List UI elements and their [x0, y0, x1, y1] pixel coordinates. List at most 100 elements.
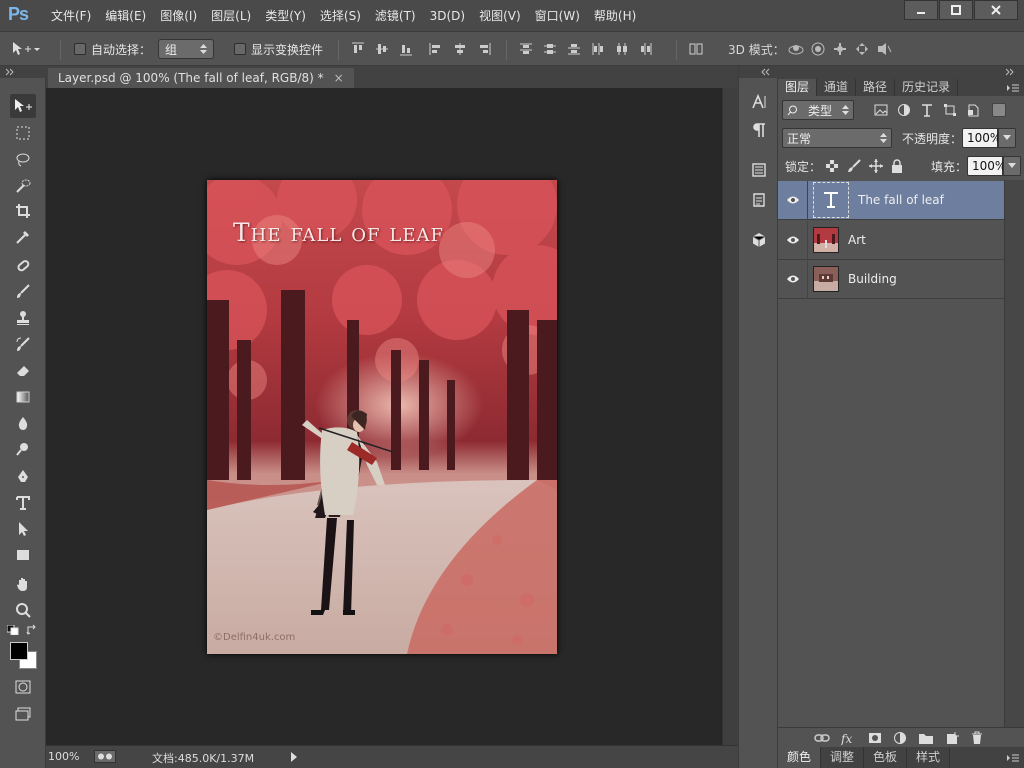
show-transform-checkbox[interactable]: 显示变换控件: [234, 32, 323, 66]
trash-icon[interactable]: [970, 731, 984, 745]
toolbar-header[interactable]: [0, 66, 46, 78]
lock-pixels-icon[interactable]: [847, 159, 861, 173]
3d-roll-icon[interactable]: [810, 41, 826, 57]
lock-transparency-icon[interactable]: [825, 159, 839, 173]
menu-view[interactable]: 视图(V): [472, 0, 528, 32]
paragraph-panel-button[interactable]: [747, 118, 771, 142]
fill-input[interactable]: 100%: [967, 156, 1006, 176]
distribute-bottom-icon[interactable]: [566, 41, 582, 57]
move-tool[interactable]: [10, 94, 36, 118]
bottom-panel-menu-button[interactable]: [1002, 747, 1024, 768]
document-tab[interactable]: Layer.psd @ 100% (The fall of leaf, RGB/…: [48, 68, 354, 88]
layer-row-art[interactable]: Art: [778, 220, 1004, 260]
foreground-color-swatch[interactable]: [10, 642, 28, 660]
visibility-toggle[interactable]: [778, 259, 808, 299]
auto-select-dropdown[interactable]: 组: [158, 39, 214, 59]
layer-row-text[interactable]: The fall of leaf: [778, 180, 1004, 220]
opacity-input[interactable]: 100%: [962, 128, 1001, 148]
dock-header[interactable]: [739, 66, 779, 78]
panel-menu-button[interactable]: [1002, 79, 1024, 96]
eyedropper-tool[interactable]: [10, 225, 36, 249]
tool-preset-picker[interactable]: [10, 32, 40, 66]
menu-file[interactable]: 文件(F): [44, 0, 98, 32]
align-hcenter-icon[interactable]: [452, 41, 468, 57]
zoom-tool[interactable]: [10, 598, 36, 622]
brush-tool[interactable]: [10, 279, 36, 303]
swap-colors-button[interactable]: [26, 624, 38, 636]
new-layer-icon[interactable]: [945, 731, 959, 745]
3d-panel-button[interactable]: [747, 228, 771, 252]
layer-name[interactable]: Art: [848, 233, 866, 247]
type-tool[interactable]: [10, 491, 36, 515]
tab-paths[interactable]: 路径: [856, 79, 896, 96]
character-panel-button[interactable]: [747, 90, 771, 114]
align-top-icon[interactable]: [350, 41, 366, 57]
checkbox-box[interactable]: [234, 43, 246, 55]
shape-filter-icon[interactable]: [943, 103, 957, 117]
healing-brush-tool[interactable]: [10, 254, 36, 278]
3d-pan-icon[interactable]: [832, 41, 848, 57]
document-tab-close-icon[interactable]: ×: [334, 71, 344, 85]
align-vcenter-icon[interactable]: [374, 41, 390, 57]
layer-kind-filter[interactable]: 类型: [782, 100, 854, 120]
maximize-button[interactable]: [939, 0, 973, 20]
lock-position-icon[interactable]: [869, 159, 884, 173]
clone-stamp-tool[interactable]: [10, 306, 36, 330]
lasso-tool[interactable]: [10, 148, 36, 172]
blend-mode-dropdown[interactable]: 正常: [782, 128, 892, 148]
screen-mode-button[interactable]: [10, 702, 36, 726]
rectangle-tool[interactable]: [10, 543, 36, 567]
eraser-tool[interactable]: [10, 358, 36, 382]
link-layers-icon[interactable]: [814, 731, 830, 745]
layer-name[interactable]: The fall of leaf: [858, 193, 944, 207]
lock-all-icon[interactable]: [891, 159, 903, 173]
pen-tool[interactable]: [10, 465, 36, 489]
tab-channels[interactable]: 通道: [817, 79, 857, 96]
tab-color[interactable]: 颜色: [778, 747, 822, 768]
distribute-top-icon[interactable]: [518, 41, 534, 57]
zoom-level[interactable]: 100%: [48, 750, 79, 763]
checkbox-box[interactable]: [74, 43, 86, 55]
visibility-toggle[interactable]: [778, 220, 808, 260]
auto-select-checkbox[interactable]: 自动选择：: [74, 32, 151, 66]
document-canvas[interactable]: The fall of leaf ©Delfin4uk.com: [207, 180, 557, 654]
align-left-icon[interactable]: [428, 41, 444, 57]
fx-icon[interactable]: fx: [841, 731, 857, 745]
3d-slide-icon[interactable]: [854, 41, 870, 57]
properties-panel-button[interactable]: [747, 158, 771, 182]
menu-select[interactable]: 选择(S): [313, 0, 368, 32]
adjustment-filter-icon[interactable]: [897, 103, 911, 117]
distribute-right-icon[interactable]: [638, 41, 654, 57]
gradient-tool[interactable]: [10, 385, 36, 409]
blur-tool[interactable]: [10, 411, 36, 435]
auto-align-button[interactable]: [688, 32, 704, 66]
history-brush-tool[interactable]: [10, 332, 36, 356]
minimize-button[interactable]: [904, 0, 938, 20]
menu-filter[interactable]: 滤镜(T): [368, 0, 423, 32]
layer-name[interactable]: Building: [848, 272, 897, 286]
hand-tool[interactable]: [10, 572, 36, 596]
tab-styles[interactable]: 样式: [907, 747, 951, 768]
notes-panel-button[interactable]: [747, 188, 771, 212]
menu-help[interactable]: 帮助(H): [587, 0, 643, 32]
menu-edit[interactable]: 编辑(E): [98, 0, 153, 32]
3d-scale-icon[interactable]: [876, 41, 892, 57]
distribute-hcenter-icon[interactable]: [614, 41, 630, 57]
tab-layers[interactable]: 图层: [778, 79, 818, 96]
panel-header[interactable]: [778, 66, 1024, 78]
layer-row-building[interactable]: Building: [778, 259, 1004, 299]
smart-object-filter-icon[interactable]: [966, 103, 980, 117]
3d-rotate-icon[interactable]: [788, 41, 804, 57]
crop-tool[interactable]: [10, 199, 36, 223]
distribute-vcenter-icon[interactable]: [542, 41, 558, 57]
menu-layer[interactable]: 图层(L): [204, 0, 258, 32]
layers-scrollbar[interactable]: [1004, 180, 1024, 727]
new-group-folder-icon[interactable]: [918, 731, 934, 745]
menu-window[interactable]: 窗口(W): [528, 0, 587, 32]
fill-slider-button[interactable]: [1003, 156, 1022, 176]
menu-image[interactable]: 图像(I): [153, 0, 204, 32]
add-mask-icon[interactable]: [868, 731, 882, 745]
path-selection-tool[interactable]: [10, 517, 36, 541]
opacity-slider-button[interactable]: [998, 128, 1017, 148]
vertical-scrollbar[interactable]: [722, 88, 738, 745]
